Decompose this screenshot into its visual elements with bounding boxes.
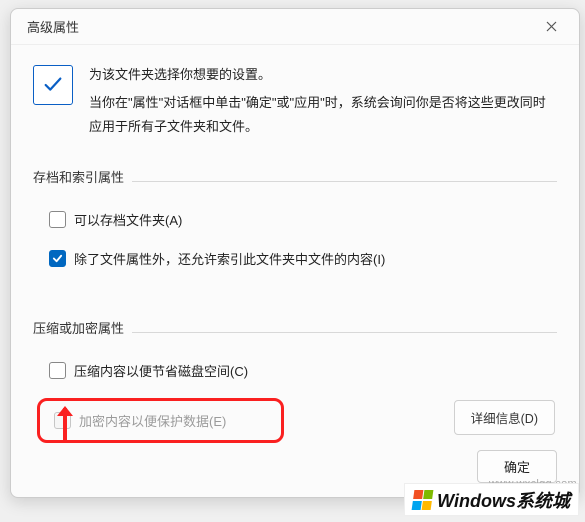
check-icon — [52, 253, 63, 264]
header-text: 为该文件夹选择你想要的设置。 当你在"属性"对话框中单击"确定"或"应用"时，系… — [89, 63, 557, 139]
header-section: 为该文件夹选择你想要的设置。 当你在"属性"对话框中单击"确定"或"应用"时，系… — [33, 63, 557, 139]
watermark-text: Windows系统城 — [437, 487, 570, 513]
details-button[interactable]: 详细信息(D) — [454, 400, 555, 435]
index-checkbox-row[interactable]: 除了文件属性外，还允许索引此文件夹中文件的内容(I) — [33, 243, 557, 274]
titlebar: 高级属性 — [11, 9, 579, 45]
archive-label: 可以存档文件夹(A) — [74, 210, 182, 229]
close-icon — [546, 21, 557, 32]
header-line1: 为该文件夹选择你想要的设置。 — [89, 63, 557, 87]
index-checkbox[interactable] — [49, 250, 66, 267]
archive-index-group: 存档和索引属性 可以存档文件夹(A) 除了文件属性外，还允许索引此文件夹中文件的… — [33, 167, 557, 274]
divider — [132, 332, 557, 333]
compress-label: 压缩内容以便节省磁盘空间(C) — [74, 361, 248, 380]
arrow-annotation — [51, 402, 79, 449]
header-line2: 当你在"属性"对话框中单击"确定"或"应用"时，系统会询问你是否将这些更改同时应… — [89, 91, 557, 139]
compress-encrypt-group: 压缩或加密属性 压缩内容以便节省磁盘空间(C) 加密内容以便保护数据(E) 详细… — [33, 318, 557, 443]
compress-checkbox-row[interactable]: 压缩内容以便节省磁盘空间(C) — [33, 355, 557, 386]
dialog-content: 为该文件夹选择你想要的设置。 当你在"属性"对话框中单击"确定"或"应用"时，系… — [11, 45, 579, 479]
dialog-title: 高级属性 — [27, 17, 79, 36]
archive-checkbox[interactable] — [49, 211, 66, 228]
group2-label: 压缩或加密属性 — [33, 318, 124, 337]
encrypt-checkbox-row: 加密内容以便保护数据(E) — [50, 411, 273, 430]
group1-label: 存档和索引属性 — [33, 167, 124, 186]
compress-checkbox[interactable] — [49, 362, 66, 379]
index-label: 除了文件属性外，还允许索引此文件夹中文件的内容(I) — [74, 249, 385, 268]
encrypt-label: 加密内容以便保护数据(E) — [79, 411, 226, 430]
archive-checkbox-row[interactable]: 可以存档文件夹(A) — [33, 204, 557, 235]
close-button[interactable] — [535, 13, 567, 41]
advanced-attributes-dialog: 高级属性 为该文件夹选择你想要的设置。 当你在"属性"对话框中单击"确定"或"应… — [10, 8, 580, 498]
divider — [132, 181, 557, 182]
watermark: Windows系统城 — [404, 483, 579, 516]
checkmark-icon — [33, 65, 73, 105]
windows-logo-icon — [412, 490, 435, 510]
